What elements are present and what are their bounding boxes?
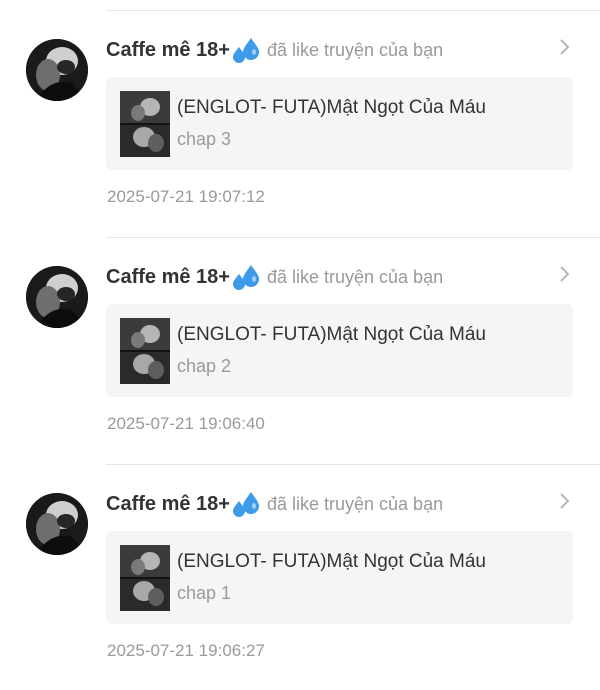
story-title: (ENGLOT- FUTA)Mật Ngọt Của Máu: [177, 324, 486, 345]
story-card[interactable]: (ENGLOT- FUTA)Mật Ngọt Của Máu chap 2: [106, 304, 573, 397]
chapter-label: chap 1: [177, 583, 232, 603]
story-thumbnail: [120, 91, 170, 157]
notification-header: Caffe mê 18+ đã like truyện của bạn: [106, 262, 580, 292]
story-title: (ENGLOT- FUTA)Mật Ngọt Của Máu: [177, 551, 486, 572]
notification-item[interactable]: Caffe mê 18+ đã like truyện của bạn (ENG…: [0, 238, 600, 465]
story-card[interactable]: (ENGLOT- FUTA)Mật Ngọt Của Máu chap 3: [106, 77, 573, 170]
chevron-right-icon[interactable]: [558, 264, 572, 284]
action-text: đã like truyện của bạn: [266, 39, 444, 60]
avatar[interactable]: [26, 39, 88, 101]
story-thumbnail: [120, 318, 170, 384]
sweat-droplets-icon: [231, 37, 261, 63]
story-thumbnail: [120, 545, 170, 611]
notification-header: Caffe mê 18+ đã like truyện của bạn: [106, 489, 580, 519]
action-text: đã like truyện của bạn: [266, 266, 444, 287]
story-card[interactable]: (ENGLOT- FUTA)Mật Ngọt Của Máu chap 1: [106, 531, 573, 624]
timestamp: 2025-07-21 19:07:12: [107, 187, 265, 206]
avatar[interactable]: [26, 266, 88, 328]
user-name[interactable]: Caffe mê 18+: [106, 39, 230, 62]
chapter-label: chap 2: [177, 356, 232, 376]
sweat-droplets-icon: [231, 491, 261, 517]
user-name[interactable]: Caffe mê 18+: [106, 266, 230, 289]
sweat-droplets-icon: [231, 264, 261, 290]
notification-list: Caffe mê 18+ đã like truyện của bạn (ENG…: [0, 0, 600, 690]
story-title: (ENGLOT- FUTA)Mật Ngọt Của Máu: [177, 97, 486, 118]
timestamp: 2025-07-21 19:06:27: [107, 641, 265, 660]
action-text: đã like truyện của bạn: [266, 493, 444, 514]
user-name[interactable]: Caffe mê 18+: [106, 493, 230, 516]
timestamp: 2025-07-21 19:06:40: [107, 414, 265, 433]
notification-item[interactable]: Caffe mê 18+ đã like truyện của bạn (ENG…: [0, 11, 600, 238]
notification-header: Caffe mê 18+ đã like truyện của bạn: [106, 35, 580, 65]
chapter-label: chap 3: [177, 129, 232, 149]
avatar[interactable]: [26, 493, 88, 555]
chevron-right-icon[interactable]: [558, 37, 572, 57]
notification-item[interactable]: Caffe mê 18+ đã like truyện của bạn (ENG…: [0, 465, 600, 690]
chevron-right-icon[interactable]: [558, 491, 572, 511]
